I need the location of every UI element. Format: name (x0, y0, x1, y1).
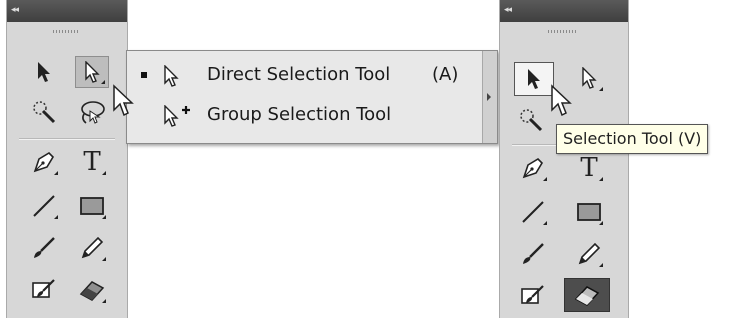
flyout-indicator-icon (599, 221, 603, 225)
flyout-indicator-icon (599, 177, 603, 181)
pencil-tool[interactable] (572, 238, 606, 270)
direct-selection-tool[interactable] (572, 62, 606, 94)
flyout-indicator-icon (599, 87, 603, 91)
paintbrush-tool[interactable] (516, 238, 550, 270)
arrow-black-icon (528, 69, 540, 89)
flyout-indicator-icon (54, 171, 58, 175)
panel-grip[interactable] (548, 30, 578, 33)
pen-tool[interactable] (516, 152, 550, 184)
flyout-item-label: Group Selection Tool (207, 104, 392, 125)
rectangle-icon (577, 203, 601, 221)
flyout-indicator-icon (102, 215, 106, 219)
magic-wand-tool[interactable] (514, 104, 548, 136)
blob-brush-tool[interactable] (27, 274, 61, 306)
arrow-plus-icon (164, 105, 190, 127)
panel-grip[interactable] (53, 30, 79, 33)
flyout-indicator-icon (102, 299, 106, 303)
flyout-item-direct-selection[interactable]: Direct Selection Tool (A) (127, 57, 481, 93)
selection-tool[interactable] (27, 56, 61, 88)
lasso-icon (81, 101, 105, 124)
flyout-indicator-icon (102, 171, 106, 175)
direct-selection-tool[interactable] (75, 56, 109, 88)
arrow-black-icon (38, 62, 50, 82)
left-tools-panel: ◂◂ T (6, 0, 128, 318)
flyout-indicator-icon (54, 215, 58, 219)
panel-collapse-button[interactable]: ◂◂ (7, 0, 127, 22)
line-segment-tool[interactable] (27, 190, 61, 222)
magic-wand-icon (520, 109, 543, 132)
mouse-pointer-icon (113, 84, 134, 117)
panel-divider (19, 138, 115, 140)
magic-wand-tool[interactable] (27, 96, 61, 128)
flyout-item-label: Direct Selection Tool (207, 64, 391, 85)
right-tools-panel: ◂◂ T (499, 0, 629, 318)
mouse-pointer-icon (551, 84, 572, 117)
pen-tool[interactable] (27, 146, 61, 178)
flyout-indicator-icon (543, 221, 547, 225)
arrow-white-icon (164, 65, 179, 87)
paintbrush-icon (523, 243, 544, 264)
blob-brush-icon (32, 279, 55, 298)
paintbrush-tool[interactable] (27, 232, 61, 264)
type-T-icon: T (580, 153, 598, 183)
line-segment-tool[interactable] (516, 196, 550, 228)
rectangle-tool[interactable] (75, 190, 109, 222)
tool-tooltip: Selection Tool (V) (556, 124, 709, 154)
flyout-item-group-selection[interactable]: Group Selection Tool (127, 97, 481, 133)
eraser-tool[interactable] (564, 278, 610, 312)
selection-tools-flyout: Direct Selection Tool (A) Group Selectio… (126, 50, 498, 144)
magic-wand-icon (33, 101, 56, 124)
lasso-tool[interactable] (75, 96, 109, 128)
selection-tool[interactable] (514, 62, 554, 96)
type-tool[interactable]: T (75, 146, 109, 178)
rectangle-tool[interactable] (572, 196, 606, 228)
flyout-indicator-icon (101, 80, 105, 84)
flyout-indicator-icon (102, 257, 106, 261)
type-tool[interactable]: T (572, 152, 606, 184)
type-T-icon: T (83, 147, 101, 177)
tearoff-strip[interactable] (482, 51, 497, 143)
flyout-item-shortcut: (A) (432, 64, 459, 85)
blob-brush-tool[interactable] (516, 280, 550, 312)
flyout-indicator-icon (543, 177, 547, 181)
arrow-white-icon (85, 61, 100, 83)
arrow-white-icon (582, 67, 597, 89)
paintbrush-icon (34, 237, 55, 258)
rectangle-icon (80, 197, 104, 215)
eraser-icon (574, 286, 600, 306)
flyout-indicator-icon (599, 263, 603, 267)
current-tool-bullet-icon (141, 72, 147, 78)
panel-collapse-button[interactable]: ◂◂ (500, 0, 628, 22)
eraser-tool[interactable] (75, 274, 109, 306)
blob-brush-icon (521, 285, 544, 304)
tearoff-arrow-icon (487, 93, 491, 101)
pencil-tool[interactable] (75, 232, 109, 264)
